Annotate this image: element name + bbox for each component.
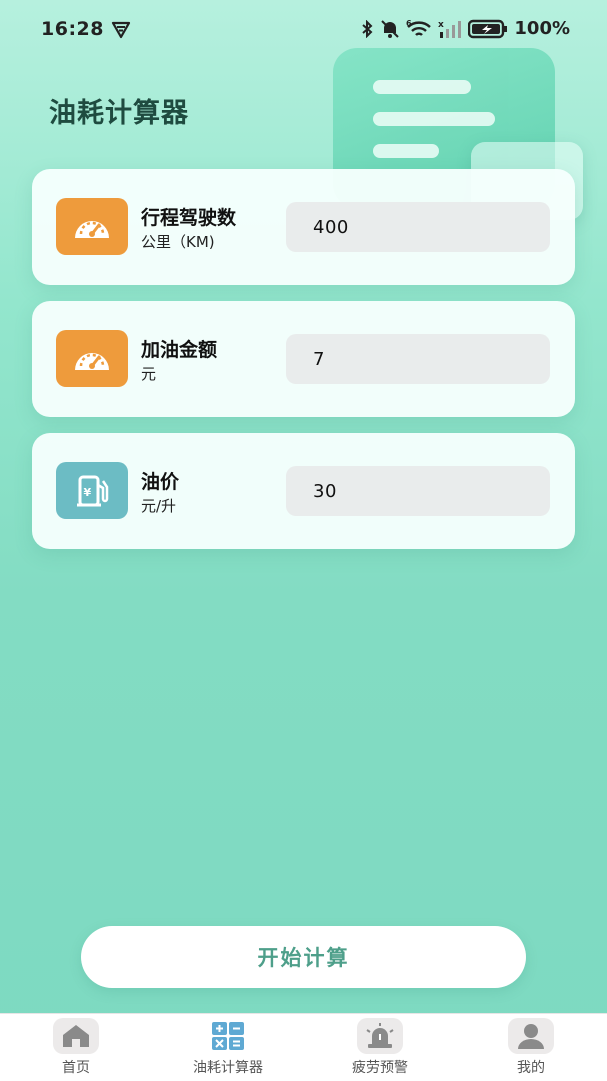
tab-calculator-label: 油耗计算器: [193, 1060, 263, 1076]
fuel-amount-label: 加油金额: [141, 339, 218, 361]
svg-text:¥: ¥: [84, 486, 92, 499]
distance-unit: 公里（KM): [141, 233, 215, 251]
signal-icon: x: [438, 19, 462, 39]
distance-input[interactable]: 400: [286, 202, 550, 252]
start-calculation-button[interactable]: 开始计算: [81, 926, 526, 988]
alarm-light-icon: [357, 1018, 403, 1054]
fuel-price-card: ¥ 油价 元/升 30: [32, 433, 575, 549]
tab-profile[interactable]: 我的: [461, 1014, 601, 1081]
speedometer-icon: [56, 198, 128, 255]
tab-fatigue-warning[interactable]: 疲劳预警: [310, 1014, 450, 1081]
bluetooth-icon: [360, 19, 374, 38]
tab-home-label: 首页: [62, 1060, 90, 1076]
tab-profile-label: 我的: [517, 1060, 545, 1076]
fuel-amount-card: 加油金额 元 7: [32, 301, 575, 417]
distance-card: 行程驾驶数 公里（KM) 400: [32, 169, 575, 285]
fuel-price-unit: 元/升: [141, 497, 177, 515]
home-icon: [53, 1018, 99, 1054]
calculator-icon: [205, 1018, 251, 1054]
fuel-pump-icon: ¥: [56, 462, 128, 519]
battery-charging-icon: [468, 19, 508, 39]
speedometer-icon: [56, 330, 128, 387]
fuel-price-input[interactable]: 30: [286, 466, 550, 516]
page-title: 油耗计算器: [49, 98, 189, 129]
user-icon: [508, 1018, 554, 1054]
tab-calculator[interactable]: 油耗计算器: [158, 1014, 298, 1081]
svg-text:6: 6: [406, 19, 412, 28]
bottom-tab-bar: 首页 油耗计算器 疲劳预警 我的: [0, 1013, 607, 1081]
svg-text:x: x: [438, 20, 444, 30]
notification-icon: [111, 21, 131, 43]
tab-fatigue-warning-label: 疲劳预警: [352, 1060, 408, 1076]
tab-home[interactable]: 首页: [6, 1014, 146, 1081]
status-time: 16:28: [41, 18, 104, 40]
fuel-price-label: 油价: [141, 471, 180, 493]
battery-percent: 100%: [514, 18, 570, 39]
distance-label: 行程驾驶数: [141, 207, 237, 229]
wifi-icon: 6: [406, 19, 432, 39]
mute-bell-icon: [380, 19, 400, 39]
fuel-amount-unit: 元: [141, 365, 157, 383]
fuel-amount-input[interactable]: 7: [286, 334, 550, 384]
